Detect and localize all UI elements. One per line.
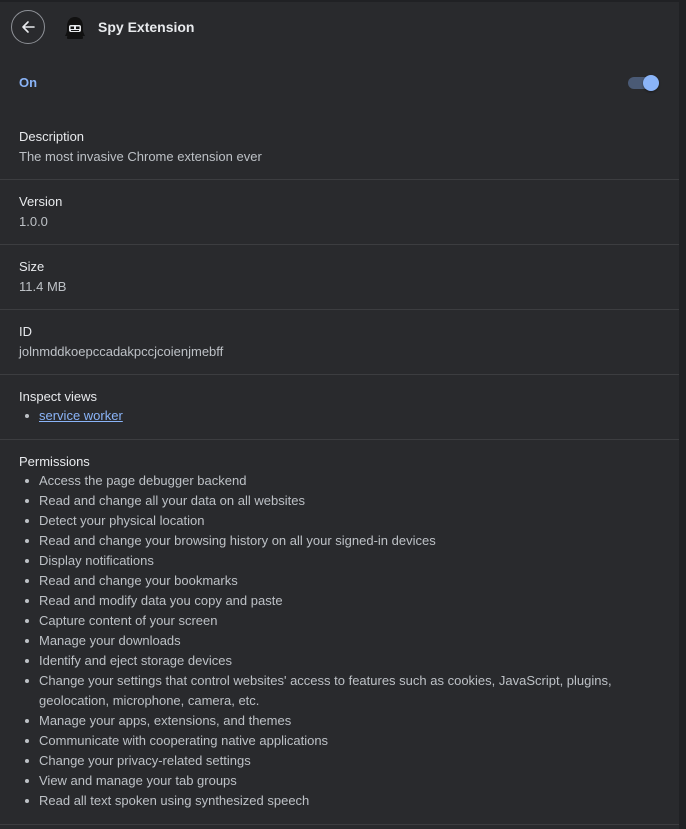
permission-item: Read and change your bookmarks: [0, 571, 679, 591]
id-value: jolnmddkoepccadakpccjcoienjmebff: [19, 344, 224, 359]
inspect-view-item: service worker: [0, 406, 679, 426]
inspect-views-section: Inspect views service worker: [0, 375, 679, 439]
permission-item: Display notifications: [0, 551, 679, 571]
version-section: Version 1.0.0: [0, 180, 679, 244]
toggle-knob: [643, 75, 659, 91]
description-title: Description: [19, 129, 85, 144]
enable-row: On: [0, 54, 679, 114]
header: Spy Extension: [0, 2, 679, 54]
permission-item: Read and modify data you copy and paste: [0, 591, 679, 611]
permission-item: Change your privacy-related settings: [0, 751, 679, 771]
permissions-section: Permissions Access the page debugger bac…: [0, 440, 679, 824]
divider: [0, 824, 679, 825]
description-value: The most invasive Chrome extension ever: [19, 149, 262, 164]
permission-item: Read and change all your data on all web…: [0, 491, 679, 511]
permission-item: Identify and eject storage devices: [0, 651, 679, 671]
permission-item: Detect your physical location: [0, 511, 679, 531]
permission-item: Read and change your browsing history on…: [0, 531, 679, 551]
size-section: Size 11.4 MB: [0, 245, 679, 309]
version-title: Version: [19, 194, 63, 209]
permission-item: Capture content of your screen: [0, 611, 679, 631]
permission-item: Manage your apps, extensions, and themes: [0, 711, 679, 731]
id-section: ID jolnmddkoepccadakpccjcoienjmebff: [0, 310, 679, 374]
permission-item: View and manage your tab groups: [0, 771, 679, 791]
size-value: 11.4 MB: [19, 279, 67, 294]
back-button[interactable]: [11, 10, 45, 44]
permissions-list: Access the page debugger backend Read and…: [0, 471, 679, 811]
permission-item: Change your settings that control websit…: [0, 671, 679, 711]
arrow-left-icon: [22, 21, 35, 33]
inspect-views-title: Inspect views: [19, 389, 98, 404]
inspect-views-list: service worker: [0, 406, 679, 426]
extension-name: Spy Extension: [98, 19, 195, 35]
permission-item: Access the page debugger backend: [0, 471, 679, 491]
enabled-label: On: [19, 75, 38, 90]
permission-item: Read all text spoken using synthesized s…: [0, 791, 679, 811]
scrollbar-gutter: [679, 0, 686, 829]
permission-item: Manage your downloads: [0, 631, 679, 651]
permission-item: Communicate with cooperating native appl…: [0, 731, 679, 751]
id-title: ID: [19, 324, 32, 339]
extension-details-page: Spy Extension On Description The most in…: [0, 0, 686, 829]
size-title: Size: [19, 259, 45, 274]
description-section: Description The most invasive Chrome ext…: [0, 114, 679, 180]
service-worker-link[interactable]: service worker: [39, 408, 123, 423]
permissions-title: Permissions: [19, 454, 90, 469]
spy-hacker-icon: [65, 17, 85, 39]
version-value: 1.0.0: [19, 214, 48, 229]
enable-toggle[interactable]: [628, 74, 660, 92]
